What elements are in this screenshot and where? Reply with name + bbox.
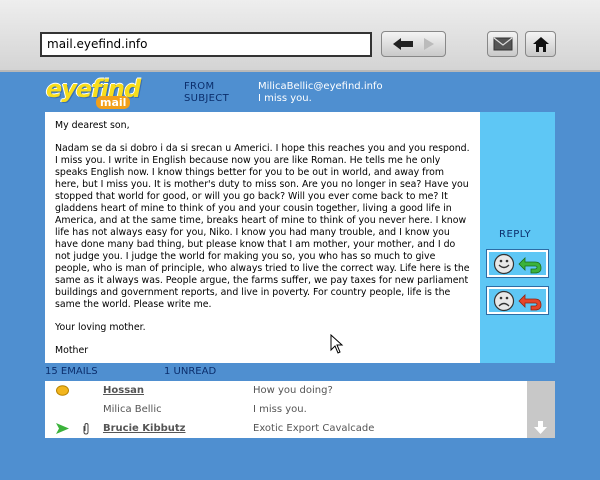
- happy-face-reply-icon: [493, 253, 542, 274]
- email-sender: Hossan: [103, 385, 145, 396]
- unread-dot-icon: [56, 385, 69, 396]
- logo-subtext: mail: [96, 96, 131, 109]
- email-sender: Brucie Kibbutz: [103, 423, 186, 434]
- email-count: 15 EMAILS: [45, 366, 98, 377]
- email-row[interactable]: Hossan How you doing?: [45, 381, 527, 400]
- replied-arrow-icon: [56, 423, 69, 434]
- back-arrow-icon[interactable]: [392, 38, 413, 50]
- browser-toolbar: mail.eyefind.info: [0, 0, 600, 72]
- email-row[interactable]: Brucie Kibbutz Exotic Export Cavalcade: [45, 419, 527, 438]
- subject-label: SUBJECT: [184, 93, 229, 104]
- from-value: MilicaBellic@eyefind.info: [258, 81, 383, 92]
- subject-value: I miss you.: [258, 93, 312, 104]
- mail-button[interactable]: [487, 31, 518, 57]
- from-label: FROM: [184, 81, 215, 92]
- paperclip-icon: [83, 423, 89, 435]
- email-sender: Milica Bellic: [103, 404, 162, 415]
- email-list-scrollbar[interactable]: [527, 381, 555, 438]
- eyefind-mail-logo: eyefind mail: [46, 77, 141, 109]
- email-row[interactable]: Milica Bellic I miss you.: [45, 400, 527, 419]
- message-greeting: My dearest son,: [55, 120, 130, 131]
- reply-label: REPLY: [499, 229, 532, 240]
- scroll-down-arrow-icon[interactable]: [534, 421, 547, 434]
- envelope-icon: [493, 37, 512, 51]
- forward-arrow-icon[interactable]: [422, 38, 435, 50]
- home-icon: [532, 36, 549, 52]
- email-subject: How you doing?: [253, 385, 333, 396]
- email-subject: Exotic Export Cavalcade: [253, 423, 375, 434]
- home-button[interactable]: [525, 31, 556, 57]
- mouse-cursor-icon: [330, 334, 344, 354]
- message-paragraph: Nadam se da si dobro i da si srecan u Am…: [55, 143, 470, 310]
- back-forward-button[interactable]: [381, 31, 446, 57]
- unread-count: 1 UNREAD: [164, 366, 217, 377]
- reply-happy-button[interactable]: [486, 249, 549, 278]
- message-signature: Mother: [55, 345, 89, 356]
- message-body: My dearest son, Nadam se da si dobro i d…: [45, 112, 480, 363]
- reply-sad-button[interactable]: [486, 286, 549, 315]
- email-subject: I miss you.: [253, 404, 307, 415]
- email-list: Hossan How you doing? Milica Bellic I mi…: [45, 381, 527, 438]
- sad-face-reply-icon: [493, 290, 542, 311]
- url-field[interactable]: mail.eyefind.info: [40, 32, 372, 57]
- message-closing: Your loving mother.: [55, 322, 146, 333]
